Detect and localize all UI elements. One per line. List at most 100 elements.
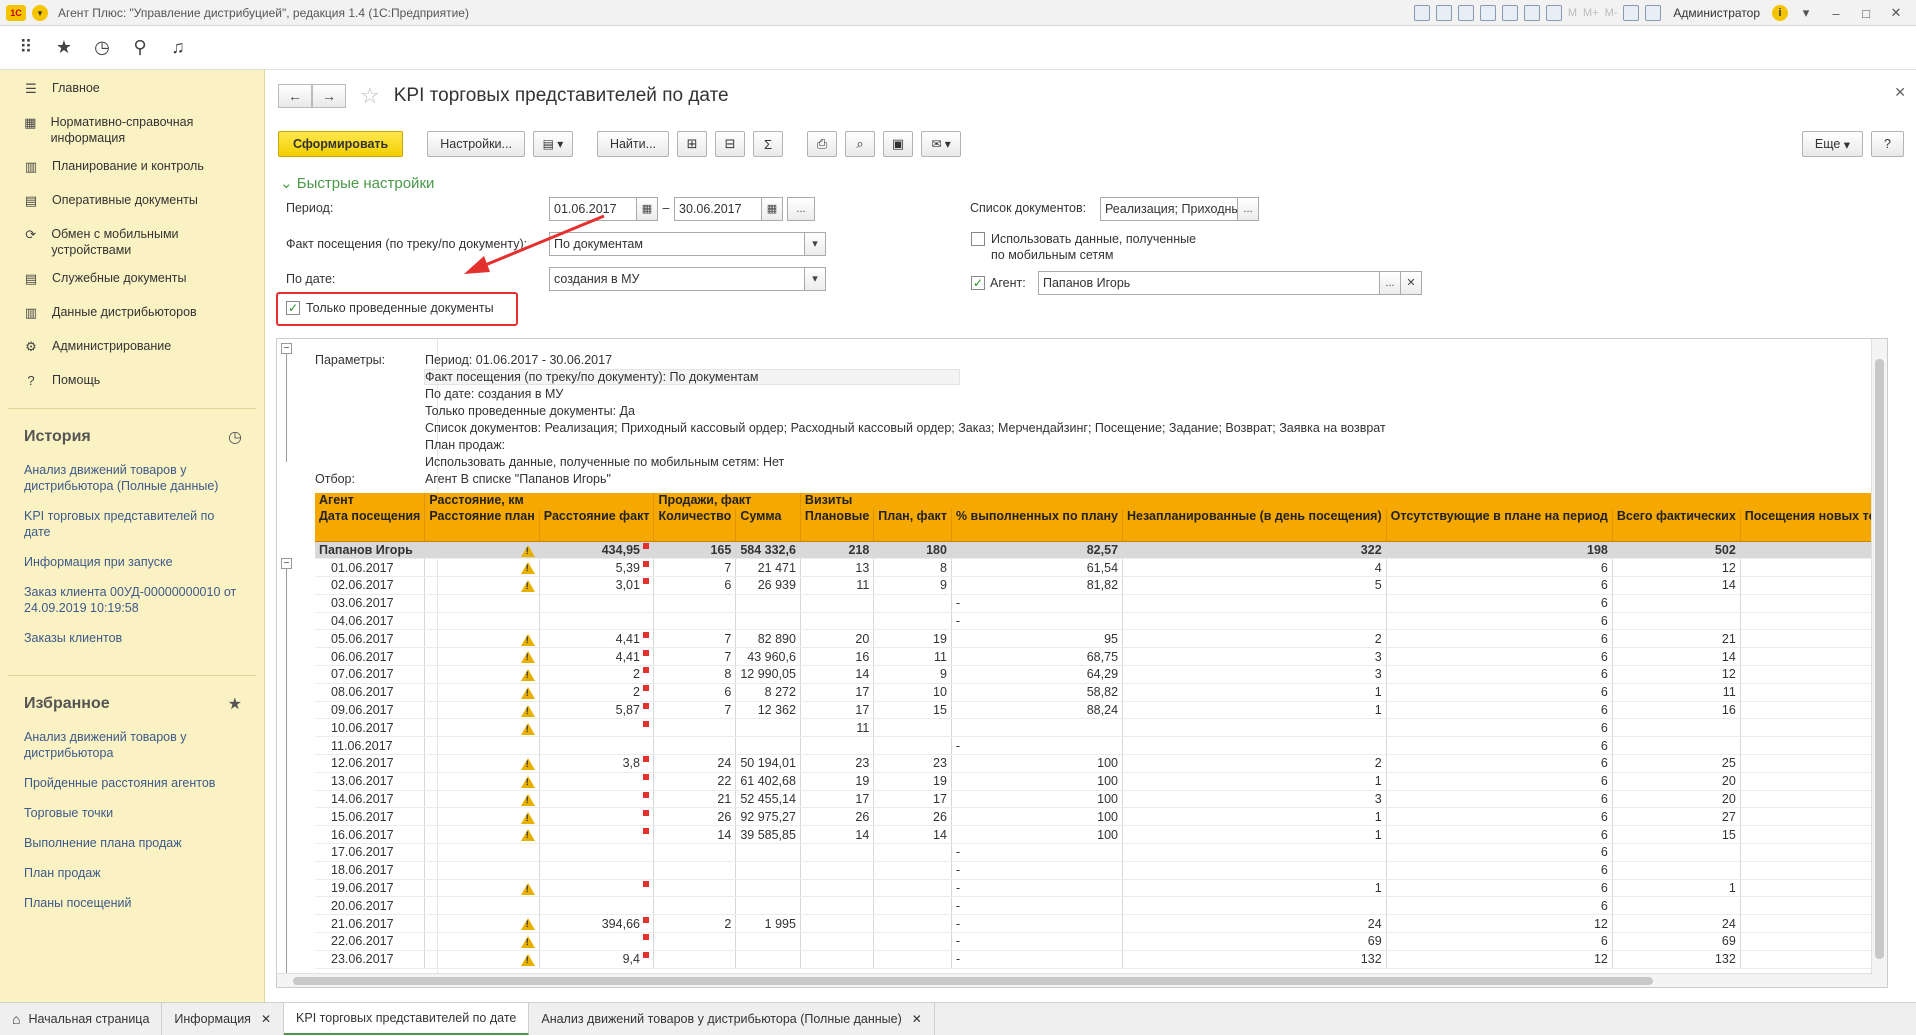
zoom-icon[interactable]: [1623, 5, 1640, 21]
table-row[interactable]: 19.06.2017 -161-: [315, 879, 1887, 898]
favorites-star-icon[interactable]: ★: [228, 694, 242, 714]
report-spreadsheet[interactable]: − − Параметры: Период: 01.06.2017 - 30.0…: [276, 338, 1888, 988]
memory-mminus-button[interactable]: M-: [1605, 7, 1618, 19]
chevron-down-icon[interactable]: ▾: [804, 232, 826, 256]
table-row[interactable]: 09.06.20175,87 712 362171588,241616644 0…: [315, 701, 1887, 720]
table-row[interactable]: 03.06.2017-6-: [315, 594, 1887, 613]
quick-settings-header[interactable]: ⌄ Быстрые настройки: [280, 174, 434, 192]
print-icon[interactable]: [1435, 5, 1452, 21]
doc-list-select-button[interactable]: ...: [1237, 197, 1259, 221]
table-row[interactable]: 01.06.20175,39 721 47113861,544612326 39…: [315, 558, 1887, 578]
sidebar-item-operative-docs[interactable]: ▤ Оперативные документы: [0, 186, 264, 220]
close-tab-icon[interactable]: ✕: [261, 1012, 271, 1026]
settings-button[interactable]: Настройки...: [427, 131, 525, 157]
table-row[interactable]: 11.06.2017-6-: [315, 736, 1887, 756]
period-to-input[interactable]: 30.06.2017: [674, 197, 762, 221]
apps-grid-icon[interactable]: ⠿: [14, 36, 38, 60]
collapse-groups-icon[interactable]: ⊟: [715, 131, 746, 157]
table-row[interactable]: 07.06.20172 812 990,0514964,293612413 60…: [315, 665, 1887, 684]
history-link[interactable]: Заказ клиента 00УД-00000000010 от 24.09.…: [0, 577, 264, 623]
history-icon[interactable]: ◷: [228, 427, 242, 447]
history-link[interactable]: KPI торговых представителей по дате: [0, 501, 264, 547]
vertical-scrollbar[interactable]: [1871, 339, 1887, 987]
close-tab-icon[interactable]: ✕: [912, 1012, 922, 1026]
forward-button[interactable]: →: [312, 84, 346, 108]
favorite-link[interactable]: План продаж: [0, 858, 264, 888]
history-link[interactable]: Заказы клиентов: [0, 623, 264, 653]
table-row[interactable]: 21.06.2017394,66 21 995-241224820 0004-: [315, 914, 1887, 934]
sidebar-item-distributor-data[interactable]: ▥ Данные дистрибьюторов: [0, 298, 264, 332]
sidebar-item-main[interactable]: ☰ Главное: [0, 74, 264, 108]
current-user[interactable]: Администратор: [1673, 6, 1760, 20]
tab-information[interactable]: Информация ✕: [162, 1002, 285, 1035]
table-row[interactable]: 18.06.2017-6-: [315, 861, 1887, 880]
chevron-down-icon[interactable]: ▾: [804, 267, 826, 291]
sidebar-item-admin[interactable]: ⚙ Администрирование: [0, 332, 264, 366]
table-row[interactable]: 04.06.2017-6-: [315, 612, 1887, 631]
agent-input[interactable]: Папанов Игорь: [1038, 271, 1380, 295]
table-row-total[interactable]: Папанов Игорь 434,95 165584 332,621818082…: [315, 541, 1887, 560]
calendar-icon[interactable]: [1523, 5, 1540, 21]
table-row[interactable]: 08.06.20172 68 272171058,821611223 214,1…: [315, 683, 1887, 702]
sidebar-item-mobile-exchange[interactable]: ⟳ Обмен с мобильными устройствами: [0, 220, 264, 264]
add-favorite-star-icon[interactable]: ☆: [360, 83, 380, 109]
tab-home[interactable]: ⌂ Начальная страница: [0, 1002, 163, 1035]
table-row[interactable]: 10.06.2017 11 6: [315, 718, 1887, 738]
posted-only-checkbox[interactable]: ✓: [286, 301, 300, 315]
back-button[interactable]: ←: [278, 84, 312, 108]
print-icon[interactable]: ⎙: [807, 131, 838, 157]
app-menu-icon[interactable]: ▾: [32, 4, 48, 21]
generate-button[interactable]: Сформировать: [278, 131, 404, 157]
favorite-link[interactable]: Пройденные расстояния агентов: [0, 768, 264, 798]
sidebar-item-help[interactable]: ? Помощь: [0, 366, 264, 400]
table-row[interactable]: 20.06.2017-6-: [315, 896, 1887, 916]
collapse-group-icon[interactable]: −: [281, 558, 292, 569]
calendar-icon[interactable]: ▦: [761, 197, 783, 221]
sum-icon[interactable]: Σ: [753, 131, 784, 157]
memory-mplus-button[interactable]: M+: [1583, 7, 1599, 19]
table-row[interactable]: 15.06.2017 2692 975,2726261001627786 441…: [315, 807, 1887, 827]
table-row[interactable]: 02.06.20173,01 626 93911981,825614440 18…: [315, 576, 1887, 595]
doc-list-input[interactable]: Реализация; Приходный: [1100, 197, 1238, 221]
close-window-icon[interactable]: ✕: [1884, 5, 1908, 21]
table-row[interactable]: 17.06.2017-6-: [315, 843, 1887, 862]
calendar-icon[interactable]: ▦: [636, 197, 658, 221]
search-icon[interactable]: ⚲: [128, 36, 152, 60]
use-mobile-checkbox[interactable]: [971, 232, 985, 246]
period-select-button[interactable]: ...: [787, 197, 815, 221]
history-icon[interactable]: ◷: [90, 36, 114, 60]
save-icon[interactable]: [1413, 5, 1430, 21]
favorite-link[interactable]: Выполнение плана продаж: [0, 828, 264, 858]
close-form-icon[interactable]: ✕: [1894, 84, 1906, 101]
horizontal-scrollbar[interactable]: [277, 973, 1873, 987]
table-row[interactable]: 14.06.2017 2152 455,14171710036206168 53…: [315, 790, 1887, 809]
table-row[interactable]: 23.06.20179,4 -13212132: [315, 950, 1887, 969]
agent-checkbox[interactable]: ✓: [971, 276, 985, 290]
save-icon[interactable]: ▣: [883, 131, 914, 157]
table-row[interactable]: 06.06.20174,41 743 960,6161168,753614521…: [315, 647, 1887, 667]
favorite-link[interactable]: Торговые точки: [0, 798, 264, 828]
calculator-icon[interactable]: [1545, 5, 1562, 21]
table-row[interactable]: 13.06.2017 2261 402,6819191001620450 781…: [315, 772, 1887, 791]
send-mail-dropdown-button[interactable]: ✉ ▾: [921, 131, 962, 157]
help-button[interactable]: ?: [1871, 131, 1904, 157]
sidebar-item-reference[interactable]: ▦ Нормативно-справочная информация: [0, 108, 264, 152]
tab-distributor-analysis[interactable]: Анализ движений товаров у дистрибьютора …: [529, 1002, 935, 1035]
table-row[interactable]: 05.06.20174,41 782 8902019952621750 182,…: [315, 629, 1887, 649]
maximize-icon[interactable]: □: [1854, 6, 1878, 21]
minimize-icon[interactable]: –: [1824, 6, 1848, 21]
panel-icon[interactable]: [1645, 5, 1662, 21]
agent-select-button[interactable]: ...: [1379, 271, 1401, 295]
menu-dropdown-icon[interactable]: ▾: [1794, 5, 1818, 21]
table-row[interactable]: 16.06.2017 1439 585,8514141001615639 585…: [315, 825, 1887, 845]
favorites-star-icon[interactable]: ★: [52, 36, 76, 60]
info-icon[interactable]: i: [1772, 5, 1788, 21]
collapse-params-icon[interactable]: −: [281, 343, 292, 354]
expand-groups-icon[interactable]: ⊞: [677, 131, 708, 157]
print-preview-icon[interactable]: ⌕: [845, 131, 876, 157]
sidebar-item-planning[interactable]: ▥ Планирование и контроль: [0, 152, 264, 186]
variant-dropdown-button[interactable]: ▤ ▾: [532, 131, 573, 157]
favorite-link[interactable]: Планы посещений: [0, 888, 264, 918]
sidebar-item-service-docs[interactable]: ▤ Служебные документы: [0, 264, 264, 298]
agent-clear-icon[interactable]: ✕: [1400, 271, 1422, 295]
